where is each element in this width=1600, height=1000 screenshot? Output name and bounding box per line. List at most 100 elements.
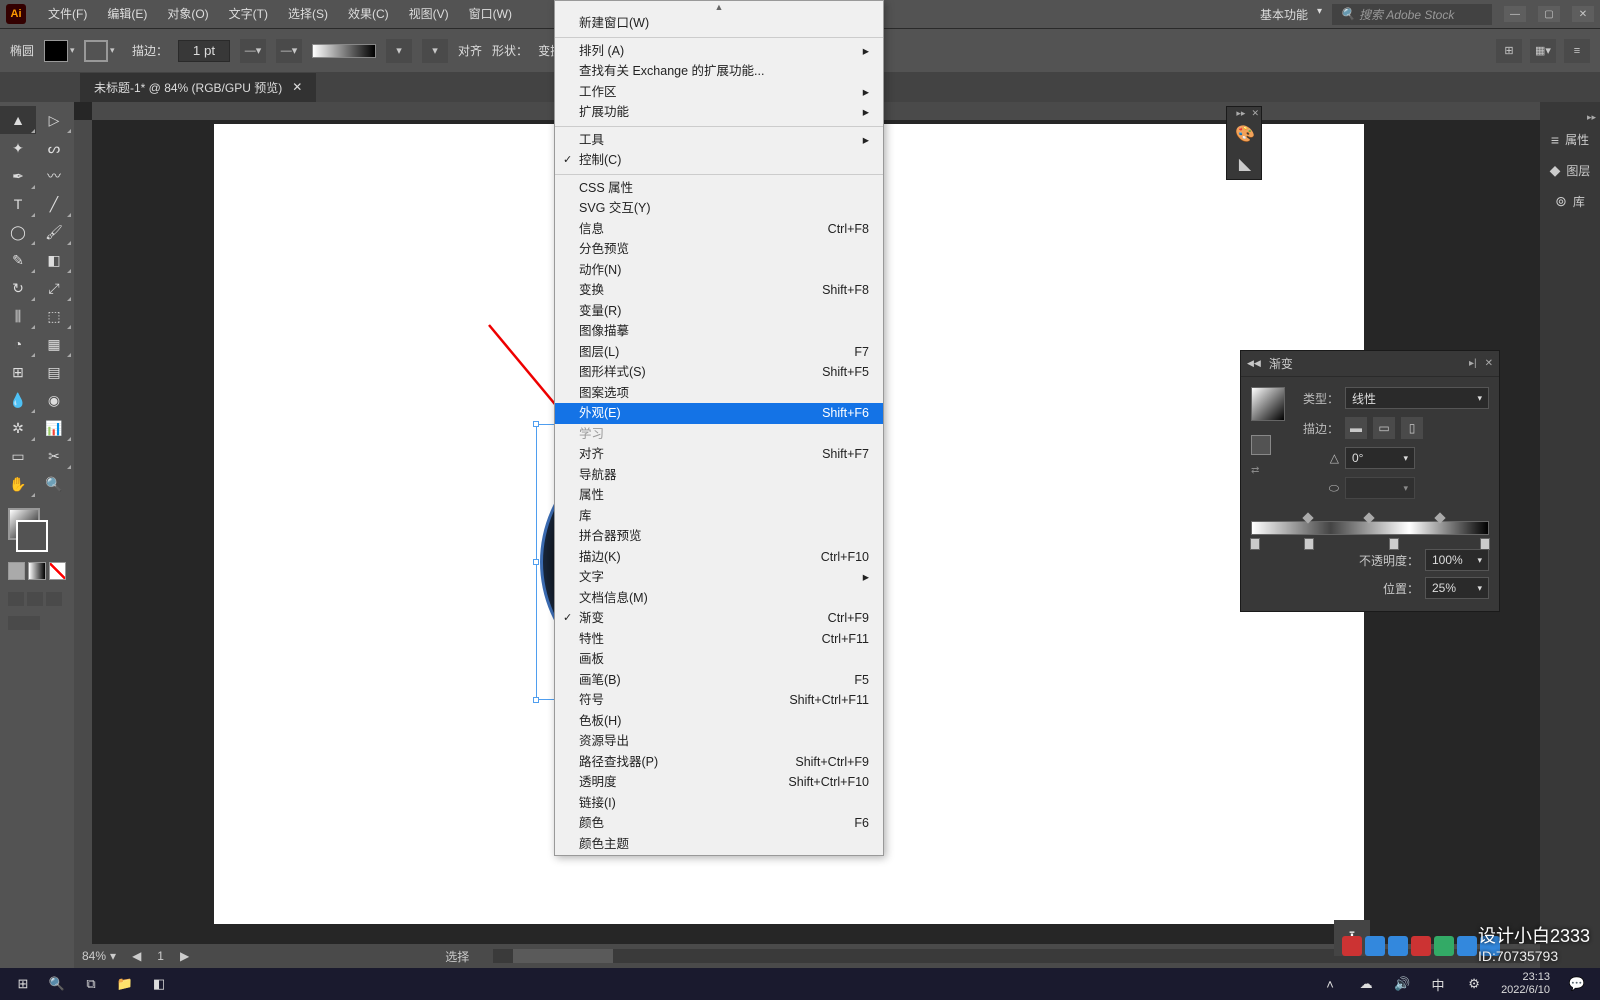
menu-item[interactable]: 文档信息(M) (555, 588, 883, 609)
menu-item[interactable]: 描边(K)Ctrl+F10 (555, 547, 883, 568)
menu-item[interactable]: 颜色主题 (555, 834, 883, 855)
menu-item[interactable]: 图层(L)F7 (555, 342, 883, 363)
tray-up-icon[interactable]: ˄ (1313, 970, 1347, 998)
chevron-down-icon[interactable]: ▾ (70, 45, 82, 56)
gradient-mode-icon[interactable] (28, 562, 45, 580)
style-dropdown[interactable]: ▾ (422, 39, 448, 63)
fill-toggle[interactable] (1251, 435, 1271, 455)
menu-item[interactable]: 颜色F6 (555, 813, 883, 834)
zoom-value[interactable]: 84% (82, 949, 106, 963)
selection-tool[interactable]: ▲ (0, 106, 36, 134)
fill-swatch[interactable] (44, 40, 68, 62)
pen-tool[interactable]: ✒ (0, 162, 36, 190)
gradient-stop[interactable] (1304, 538, 1314, 550)
menu-item[interactable]: 排列 (A)▸ (555, 41, 883, 62)
paintbrush-tool[interactable]: 🖌 (36, 218, 72, 246)
mesh-tool[interactable]: ⊞ (0, 358, 36, 386)
menu-item[interactable]: SVG 交互(Y) (555, 198, 883, 219)
stroke-across-icon[interactable]: ▯ (1401, 417, 1423, 439)
brush-dropdown[interactable]: —▾ (276, 39, 302, 63)
menu-type[interactable]: 文字(T) (219, 0, 278, 28)
align-label[interactable]: 对齐 (458, 42, 482, 59)
collapse-icon[interactable]: ▸▸ (1236, 108, 1245, 119)
stroke-within-icon[interactable]: ▬ (1345, 417, 1367, 439)
menu-item[interactable]: 颜色参考Shift+F3 (555, 854, 883, 856)
mini-panel[interactable]: ▸▸✕ 🎨 ◣ (1226, 106, 1262, 180)
direct-selection-tool[interactable]: ▷ (36, 106, 72, 134)
menu-item[interactable]: CSS 属性 (555, 178, 883, 199)
close-icon[interactable]: ✕ (1485, 358, 1493, 369)
link-icon[interactable]: ⇄ (1251, 465, 1285, 476)
menu-item[interactable]: 变量(R) (555, 301, 883, 322)
column-graph-tool[interactable]: 📊 (36, 414, 72, 442)
nav-right-icon[interactable]: ▶ (180, 949, 189, 963)
blend-tool[interactable]: ◉ (36, 386, 72, 414)
width-tool[interactable]: ⫼ (0, 302, 36, 330)
menu-item[interactable]: 属性 (555, 485, 883, 506)
resize-handle[interactable] (533, 697, 539, 703)
arrange-icon[interactable]: ▦▾ (1530, 39, 1556, 63)
libraries-panel-tab[interactable]: ⊚库 (1540, 187, 1600, 216)
ime-icon[interactable] (1457, 936, 1477, 956)
menu-select[interactable]: 选择(S) (278, 0, 338, 28)
shaper-tool[interactable]: ✎ (0, 246, 36, 274)
menu-item[interactable]: 变换Shift+F8 (555, 280, 883, 301)
close-icon[interactable]: ✕ (1251, 108, 1259, 119)
stroke-color-swatch[interactable] (16, 520, 48, 552)
color-icon[interactable]: 🎨 (1227, 119, 1263, 149)
app-icon[interactable]: ◧ (142, 970, 176, 998)
ime-indicator[interactable]: 中 (1421, 970, 1455, 998)
menu-item[interactable]: 扩展功能▸ (555, 102, 883, 123)
ime-icon[interactable] (1434, 936, 1454, 956)
stroke-along-icon[interactable]: ▭ (1373, 417, 1395, 439)
lasso-tool[interactable]: ᔕ (36, 134, 72, 162)
menu-effect[interactable]: 效果(C) (338, 0, 399, 28)
opacity-dropdown[interactable]: ▾ (386, 39, 412, 63)
draw-normal-icon[interactable] (8, 592, 24, 606)
none-mode-icon[interactable] (49, 562, 66, 580)
menu-item[interactable]: 资源导出 (555, 731, 883, 752)
ime-icon[interactable] (1342, 936, 1362, 956)
close-tab-icon[interactable]: ✕ (292, 80, 302, 94)
gradient-preview[interactable] (312, 44, 376, 58)
opacity-input[interactable]: 100% (1425, 549, 1489, 571)
stroke-swatch[interactable] (84, 40, 108, 62)
stroke-weight-input[interactable] (178, 40, 230, 62)
menu-item[interactable]: 链接(I) (555, 793, 883, 814)
start-button[interactable]: ⊞ (6, 970, 40, 998)
angle-input[interactable]: 0° (1345, 447, 1415, 469)
menu-item[interactable]: 工作区▸ (555, 82, 883, 103)
menu-edit[interactable]: 编辑(E) (97, 0, 157, 28)
gradient-swatch[interactable] (1251, 387, 1285, 421)
menu-item[interactable]: 对齐Shift+F7 (555, 444, 883, 465)
explorer-icon[interactable]: 📁 (108, 970, 142, 998)
collapse-icon[interactable]: ◀◀ (1247, 358, 1261, 369)
menu-item[interactable]: 新建窗口(W) (555, 13, 883, 34)
menu-item[interactable]: 画板 (555, 649, 883, 670)
eyedropper-tool[interactable]: 💧 (0, 386, 36, 414)
menu-item[interactable]: 工具▸ (555, 130, 883, 151)
taskbar-clock[interactable]: 23:13 2022/6/10 (1493, 971, 1558, 997)
nav-left-icon[interactable]: ◀ (132, 949, 141, 963)
magic-wand-tool[interactable]: ✦ (0, 134, 36, 162)
menu-item[interactable]: 特性Ctrl+F11 (555, 629, 883, 650)
ime-icon[interactable] (1411, 936, 1431, 956)
menu-item[interactable]: 控制(C) (555, 150, 883, 171)
close-button[interactable]: ✕ (1572, 6, 1594, 22)
menu-item[interactable]: 图案选项 (555, 383, 883, 404)
perspective-tool[interactable]: ▦ (36, 330, 72, 358)
resize-handle[interactable] (533, 421, 539, 427)
gradient-panel[interactable]: ◀◀ 渐变 ▸|✕ ⇄ 类型： 线性 描边： ▬ ▭ ▯ △ 0° (1240, 350, 1500, 612)
menu-item[interactable]: 动作(N) (555, 260, 883, 281)
volume-icon[interactable]: 🔊 (1385, 970, 1419, 998)
menu-item[interactable]: 查找有关 Exchange 的扩展功能... (555, 61, 883, 82)
menu-item[interactable]: 色板(H) (555, 711, 883, 732)
fill-stroke-controls[interactable] (0, 504, 74, 584)
task-view-icon[interactable]: ⧉ (74, 970, 108, 998)
line-tool[interactable]: ╱ (36, 190, 72, 218)
search-input[interactable]: 🔍 搜索 Adobe Stock (1332, 4, 1492, 25)
scale-tool[interactable]: ⤢ (36, 274, 72, 302)
menu-icon[interactable]: ≡ (1564, 39, 1590, 63)
menu-icon[interactable]: ▸| (1469, 358, 1477, 369)
chevron-down-icon[interactable]: ▾ (110, 949, 116, 963)
